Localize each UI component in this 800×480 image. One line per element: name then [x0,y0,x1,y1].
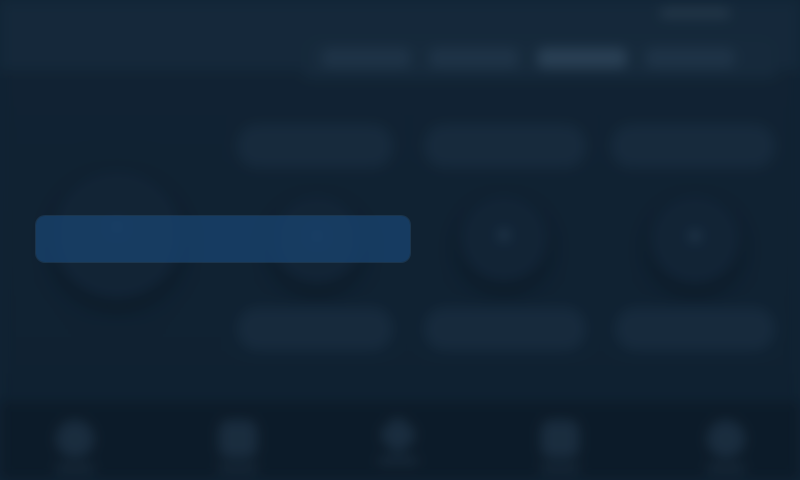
focus-highlight-bar[interactable] [36,216,410,262]
